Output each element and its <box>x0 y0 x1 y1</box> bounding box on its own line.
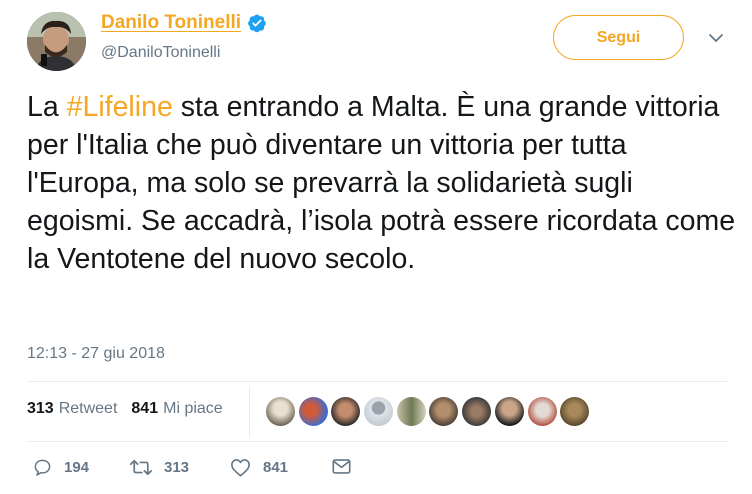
like-action[interactable]: 841 <box>230 458 288 477</box>
author-handle[interactable]: @DaniloToninelli <box>101 44 220 62</box>
liker-avatar[interactable] <box>331 397 361 426</box>
liker-avatar[interactable] <box>462 397 492 426</box>
liker-avatar[interactable] <box>560 397 590 426</box>
retweet-action[interactable]: 313 <box>130 458 189 477</box>
liker-avatar[interactable] <box>527 397 557 426</box>
like-count: 841 <box>263 459 289 476</box>
like-stat[interactable]: 841 Mi piace <box>131 400 222 418</box>
divider-top <box>27 381 727 382</box>
follow-button[interactable]: Segui <box>553 15 684 60</box>
author-name-row: Danilo Toninelli <box>101 12 267 34</box>
liker-avatar[interactable] <box>429 397 459 426</box>
retweet-stat-count: 313 <box>27 400 54 417</box>
retweet-stat[interactable]: 313 Retweet <box>27 400 117 418</box>
author-display-name[interactable]: Danilo Toninelli <box>101 12 241 34</box>
hashtag-link[interactable]: #Lifeline <box>67 91 173 123</box>
reply-icon <box>34 459 51 476</box>
divider-bottom <box>27 441 727 442</box>
retweet-count: 313 <box>164 459 190 476</box>
liker-avatar[interactable] <box>494 397 524 426</box>
like-stat-label: Mi piace <box>163 400 223 417</box>
liker-avatar[interactable] <box>298 397 328 426</box>
chevron-down-icon[interactable] <box>708 30 724 46</box>
author-avatar[interactable] <box>27 12 86 71</box>
like-icon <box>231 459 250 477</box>
tweet-timestamp[interactable]: 12:13 - 27 giu 2018 <box>27 345 165 363</box>
retweet-icon <box>130 459 152 476</box>
liker-avatar[interactable] <box>364 397 394 426</box>
like-stat-count: 841 <box>131 400 159 417</box>
tweet-text: La #Lifeline sta entrando a Malta. È una… <box>27 88 742 278</box>
reply-action[interactable]: 194 <box>33 458 89 477</box>
verified-badge-icon <box>248 14 266 33</box>
retweet-stat-label: Retweet <box>58 400 118 417</box>
message-icon <box>332 459 351 474</box>
tweet-stats: 313 Retweet 841 Mi piace <box>27 400 223 418</box>
tweet-text-start: La <box>27 91 67 123</box>
stats-divider <box>249 386 250 438</box>
direct-message-action[interactable] <box>332 458 351 475</box>
liker-avatars <box>266 397 593 426</box>
liker-avatar[interactable] <box>396 397 426 426</box>
liker-avatar[interactable] <box>266 397 295 426</box>
reply-count: 194 <box>64 459 90 476</box>
